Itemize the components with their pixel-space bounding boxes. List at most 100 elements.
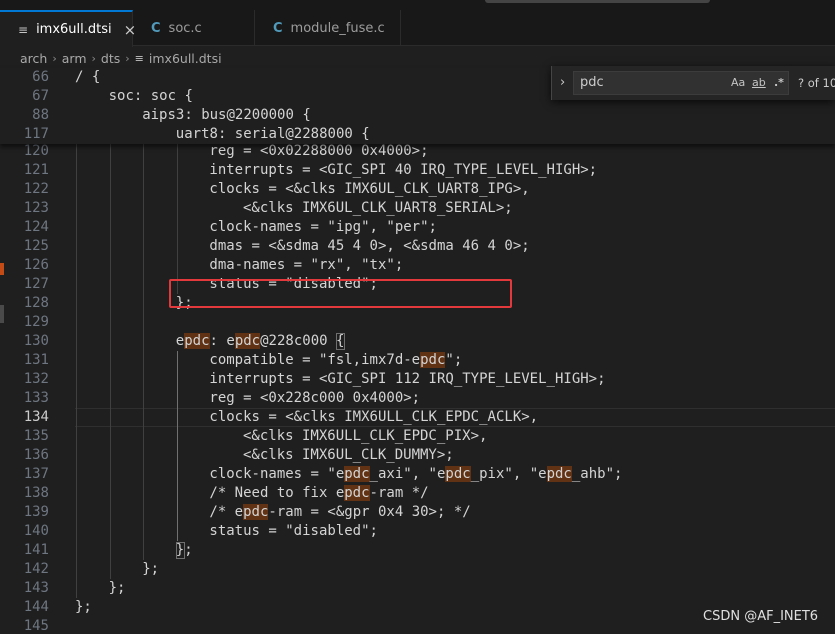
- bracket-match-box: [175, 542, 186, 559]
- line-number: 140: [23, 523, 49, 539]
- code-text: interrupts = <GIC_SPI 112 IRQ_TYPE_LEVEL…: [209, 371, 606, 387]
- code-line[interactable]: 117 uart8: serial@2288000 {: [0, 125, 835, 144]
- bracket-match-box: [335, 333, 346, 350]
- breadcrumb-item[interactable]: arch: [20, 51, 47, 66]
- line-number: 123: [23, 200, 49, 216]
- chevron-right-icon: ›: [52, 51, 57, 65]
- line-number: 66: [32, 69, 49, 85]
- code-line[interactable]: 126 dma-names = "rx", "tx";: [0, 256, 835, 275]
- code-text: epdc: epdc@228c000 {: [175, 333, 345, 349]
- code-line[interactable]: 129: [0, 313, 835, 332]
- code-text: };: [75, 599, 92, 615]
- indent-guide: [176, 142, 178, 294]
- code-editor[interactable]: 66 / {67 soc: soc {88 aips3: bus@2200000 {1…: [0, 68, 835, 634]
- line-number: 122: [23, 181, 49, 197]
- annotation-box: [169, 279, 512, 308]
- code-text: / {: [75, 69, 101, 85]
- indent-guide: [143, 142, 145, 560]
- line-number: 126: [23, 257, 49, 273]
- search-match: pdc: [234, 333, 261, 349]
- match-case-icon[interactable]: Aa: [731, 76, 745, 89]
- find-widget: › pdc Aa ab .* ? of 10: [551, 66, 835, 100]
- search-match: pdc: [546, 466, 572, 482]
- code-text: reg = <0x228c000 0x4000>;: [209, 390, 421, 406]
- line-number: 138: [23, 485, 49, 501]
- tab-label: soc.c: [168, 20, 202, 36]
- code-line[interactable]: 130 epdc: epdc@228c000 {: [0, 332, 835, 351]
- code-line[interactable]: 123 <&clks IMX6UL_CLK_UART8_SERIAL>;: [0, 199, 835, 218]
- code-line[interactable]: 141};: [0, 541, 835, 560]
- code-text: interrupts = <GIC_SPI 40 IRQ_TYPE_LEVEL_…: [209, 162, 598, 178]
- code-line[interactable]: 131 compatible = "fsl,imx7d-epdc";: [0, 351, 835, 370]
- code-line[interactable]: 134 clocks = <&clks IMX6ULL_CLK_EPDC_ACLK…: [0, 408, 835, 427]
- line-number: 129: [23, 314, 49, 330]
- indent-guide: [109, 142, 111, 579]
- breadcrumb-item[interactable]: arm: [62, 51, 87, 66]
- tab-imx6ull-dtsi[interactable]: ≡ imx6ull.dtsi ×: [0, 10, 136, 47]
- chevron-right-icon: ›: [91, 51, 96, 65]
- code-line[interactable]: 88 aips3: bus@2200000 {: [0, 106, 835, 125]
- line-number: 120: [23, 143, 49, 159]
- line-number: 134: [23, 409, 49, 425]
- tab-bar: ≡ imx6ull.dtsi × C soc.c C module_fuse.c: [0, 0, 835, 47]
- tab-label: imx6ull.dtsi: [36, 22, 112, 37]
- search-match: pdc: [344, 485, 370, 501]
- line-number: 135: [23, 428, 49, 444]
- search-match: pdc: [243, 504, 269, 520]
- code-line[interactable]: 139 /* epdc-ram = <&gpr 0x4 30>; */: [0, 503, 835, 522]
- lines-icon: ≡: [134, 51, 144, 65]
- code-line[interactable]: 142};: [0, 560, 835, 579]
- search-match: pdc: [445, 466, 471, 482]
- chevron-right-icon: ›: [125, 51, 130, 65]
- code-text: uart8: serial@2288000 {: [175, 126, 370, 142]
- code-text: clock-names = "ipg", "per";: [209, 219, 437, 235]
- code-text: dma-names = "rx", "tx";: [209, 257, 404, 273]
- code-line[interactable]: 121 interrupts = <GIC_SPI 40 IRQ_TYPE_LEV…: [0, 161, 835, 180]
- regex-icon[interactable]: .*: [774, 76, 784, 89]
- line-number: 142: [23, 561, 49, 577]
- line-number: 145: [23, 618, 49, 634]
- code-line[interactable]: 133 reg = <0x228c000 0x4000>;: [0, 389, 835, 408]
- breadcrumb: arch › arm › dts › ≡ imx6ull.dtsi: [20, 48, 222, 68]
- line-number: 131: [23, 352, 49, 368]
- code-line[interactable]: 125 dmas = <&sdma 45 4 0>, <&sdma 46 4 0>…: [0, 237, 835, 256]
- code-text: compatible = "fsl,imx7d-epdc";: [209, 352, 463, 368]
- tab-module-fuse-c[interactable]: C module_fuse.c: [255, 10, 401, 46]
- code-text: <&clks IMX6UL_CLK_UART8_SERIAL>;: [243, 200, 513, 216]
- breadcrumb-item[interactable]: imx6ull.dtsi: [149, 51, 222, 66]
- code-text: clocks = <&clks IMX6UL_CLK_UART8_IPG>,: [209, 181, 530, 197]
- line-number: 88: [32, 107, 49, 123]
- search-match: pdc: [344, 466, 370, 482]
- tab-soc-c[interactable]: C soc.c: [133, 10, 255, 46]
- code-line[interactable]: 143};: [0, 579, 835, 598]
- search-match: pdc: [420, 352, 446, 368]
- code-line[interactable]: 135 <&clks IMX6ULL_CLK_EPDC_PIX>,: [0, 427, 835, 446]
- code-line[interactable]: 120 reg = <0x02288000 0x4000>;: [0, 142, 835, 161]
- code-line[interactable]: 124 clock-names = "ipg", "per";: [0, 218, 835, 237]
- tab-label: module_fuse.c: [290, 20, 385, 36]
- code-text: soc: soc {: [108, 88, 193, 104]
- code-line[interactable]: 136 <&clks IMX6UL_CLK_DUMMY>;: [0, 446, 835, 465]
- code-line[interactable]: 122 clocks = <&clks IMX6UL_CLK_UART8_IPG>…: [0, 180, 835, 199]
- code-line[interactable]: 137 clock-names = "epdc_axi", "epdc_pix",…: [0, 465, 835, 484]
- line-number: 128: [23, 295, 49, 311]
- line-number: 136: [23, 447, 49, 463]
- code-line[interactable]: 140 status = "disabled";: [0, 522, 835, 541]
- code-text: clock-names = "epdc_axi", "epdc_pix", "e…: [209, 466, 623, 482]
- code-text: status = "disabled";: [209, 523, 378, 539]
- whole-word-icon[interactable]: ab: [752, 76, 766, 89]
- c-file-icon: C: [151, 20, 161, 36]
- command-center-edge[interactable]: [485, 0, 710, 3]
- line-number: 125: [23, 238, 49, 254]
- line-number: 117: [23, 126, 49, 142]
- code-line[interactable]: 132 interrupts = <GIC_SPI 112 IRQ_TYPE_LE…: [0, 370, 835, 389]
- code-text: /* Need to fix epdc-ram */: [209, 485, 429, 501]
- line-number: 137: [23, 466, 49, 482]
- toggle-replace-icon[interactable]: ›: [560, 75, 565, 90]
- c-file-icon: C: [273, 20, 283, 36]
- code-text: clocks = <&clks IMX6ULL_CLK_EPDC_ACLK>,: [209, 409, 539, 425]
- code-line[interactable]: 138 /* Need to fix epdc-ram */: [0, 484, 835, 503]
- line-number: 130: [23, 333, 49, 349]
- code-text: dmas = <&sdma 45 4 0>, <&sdma 46 4 0>;: [209, 238, 530, 254]
- breadcrumb-item[interactable]: dts: [101, 51, 120, 66]
